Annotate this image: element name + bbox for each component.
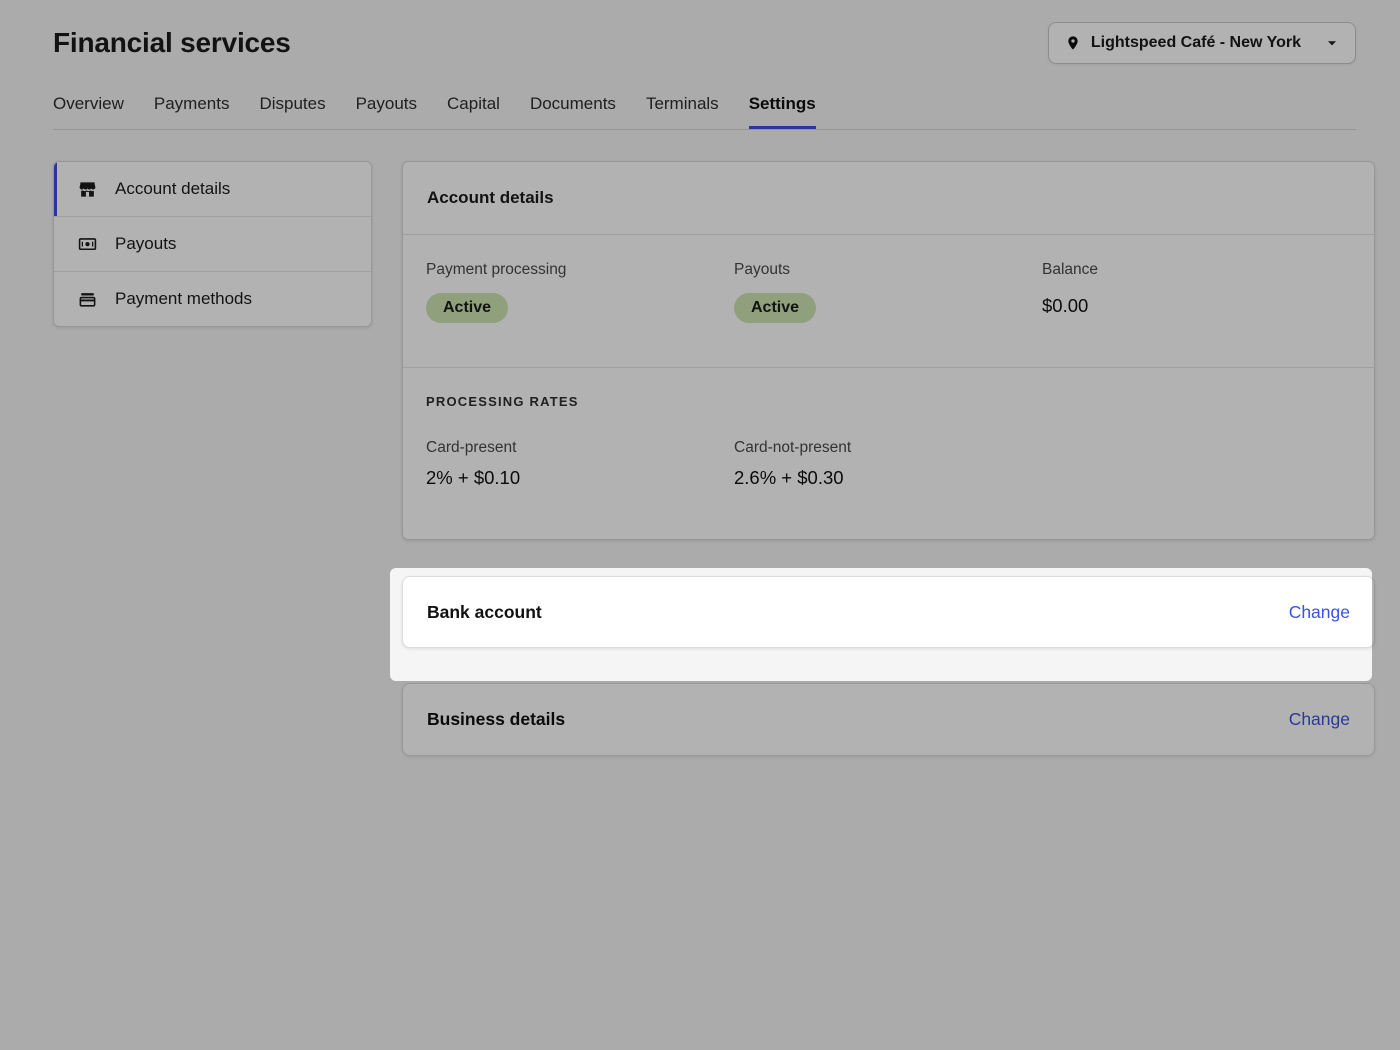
location-pin-icon — [1065, 35, 1081, 51]
bank-account-title: Bank account — [427, 602, 542, 623]
payment-processing-status: Payment processing Active — [426, 261, 734, 323]
business-details-change-link[interactable]: Change — [1289, 709, 1350, 730]
balance-status: Balance $0.00 — [1042, 261, 1350, 323]
bank-account-change-link[interactable]: Change — [1289, 602, 1350, 623]
card-icon — [78, 290, 97, 309]
account-details-card: Account details Payment processing Activ… — [402, 161, 1375, 540]
status-row: Payment processing Active Payouts Active… — [403, 235, 1374, 367]
card-not-present-rate: Card-not-present 2.6% + $0.30 — [734, 439, 1042, 489]
page-header: Financial services Lightspeed Café - New… — [0, 0, 1400, 64]
business-details-title: Business details — [427, 709, 565, 730]
settings-sidebar: Account details Payouts Payment method — [53, 161, 372, 327]
tab-documents[interactable]: Documents — [530, 94, 616, 129]
status-badge: Active — [426, 293, 508, 323]
cash-icon — [78, 235, 97, 254]
tab-payouts[interactable]: Payouts — [356, 94, 417, 129]
tab-capital[interactable]: Capital — [447, 94, 500, 129]
sidebar-item-label: Payouts — [115, 234, 176, 254]
business-details-card: Business details Change — [402, 683, 1375, 756]
balance-value: $0.00 — [1042, 295, 1350, 317]
settings-content: Account details Payouts Payment method — [0, 130, 1400, 756]
sidebar-item-payouts[interactable]: Payouts — [54, 217, 371, 272]
sidebar-item-payment-methods[interactable]: Payment methods — [54, 272, 371, 326]
status-label: Balance — [1042, 261, 1350, 279]
rate-label: Card-present — [426, 439, 734, 457]
tab-disputes[interactable]: Disputes — [259, 94, 325, 129]
tab-settings[interactable]: Settings — [749, 94, 816, 129]
tab-terminals[interactable]: Terminals — [646, 94, 719, 129]
page-title: Financial services — [53, 27, 291, 59]
bank-account-card: Bank account Change — [402, 576, 1375, 648]
chevron-down-icon — [1325, 36, 1339, 50]
rates-row: Card-present 2% + $0.10 Card-not-present… — [426, 439, 1350, 489]
location-selector-label: Lightspeed Café - New York — [1091, 34, 1301, 52]
sidebar-item-account-details[interactable]: Account details — [54, 162, 371, 217]
card-present-rate: Card-present 2% + $0.10 — [426, 439, 734, 489]
tab-payments[interactable]: Payments — [154, 94, 230, 129]
tab-bar: Overview Payments Disputes Payouts Capit… — [53, 64, 1356, 130]
status-label: Payouts — [734, 261, 1042, 279]
status-label: Payment processing — [426, 261, 734, 279]
location-selector[interactable]: Lightspeed Café - New York — [1048, 22, 1356, 64]
status-badge: Active — [734, 293, 816, 323]
payouts-status: Payouts Active — [734, 261, 1042, 323]
rate-value: 2.6% + $0.30 — [734, 467, 1042, 489]
processing-rates-section: PROCESSING RATES Card-present 2% + $0.10… — [403, 368, 1374, 539]
rate-label: Card-not-present — [734, 439, 1042, 457]
store-icon — [78, 180, 97, 199]
main-panel: Account details Payment processing Activ… — [402, 161, 1375, 756]
sidebar-item-label: Account details — [115, 179, 230, 199]
rate-value: 2% + $0.10 — [426, 467, 734, 489]
sidebar-item-label: Payment methods — [115, 289, 252, 309]
processing-rates-heading: PROCESSING RATES — [426, 394, 1350, 409]
account-details-title: Account details — [403, 162, 1374, 234]
tab-overview[interactable]: Overview — [53, 94, 124, 129]
